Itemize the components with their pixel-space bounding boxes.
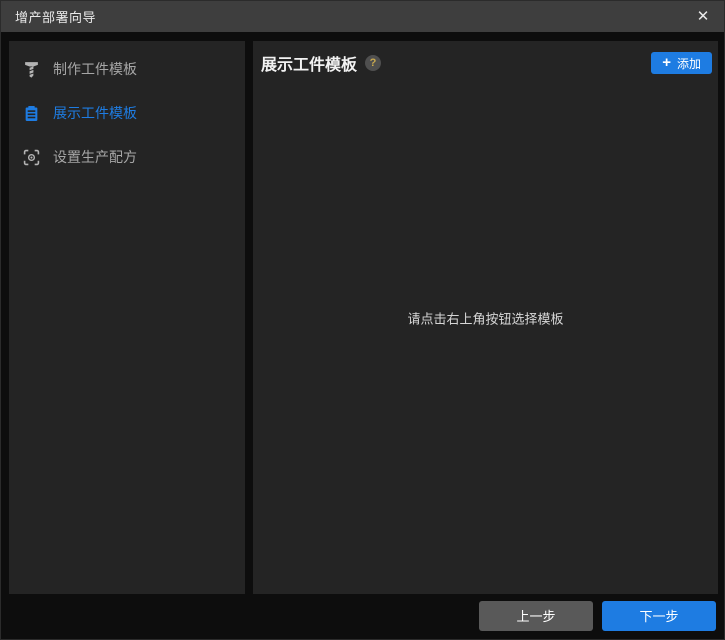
next-step-button[interactable]: 下一步 bbox=[602, 600, 716, 631]
page-title: 展示工件模板 bbox=[261, 57, 358, 74]
previous-step-button[interactable]: 上一步 bbox=[479, 600, 593, 631]
sidebar-item-label: 展示工件模板 bbox=[53, 105, 137, 121]
add-template-button[interactable]: + 添加 bbox=[651, 52, 712, 74]
window-title: 增产部署向导 bbox=[15, 10, 97, 25]
sidebar-item-show-workpiece-template[interactable]: 展示工件模板 bbox=[9, 91, 245, 135]
sidebar-item-label: 设置生产配方 bbox=[53, 149, 137, 165]
sidebar-item-create-workpiece-template[interactable]: 制作工件模板 bbox=[9, 47, 245, 91]
sidebar-item-set-production-recipe[interactable]: 设置生产配方 bbox=[9, 135, 245, 179]
clipboard-icon bbox=[22, 104, 40, 122]
help-icon[interactable]: ? bbox=[365, 55, 382, 71]
add-button-label: 添加 bbox=[676, 56, 701, 71]
scan-eye-icon bbox=[22, 148, 40, 166]
titlebar: 增产部署向导 ✕ bbox=[1, 1, 724, 32]
main-header: 展示工件模板 ? + 添加 bbox=[253, 41, 718, 75]
sidebar-item-label: 制作工件模板 bbox=[53, 61, 137, 77]
screw-icon bbox=[22, 60, 40, 78]
plus-icon: + bbox=[662, 54, 671, 71]
close-icon[interactable]: ✕ bbox=[692, 6, 714, 28]
empty-state-message: 请点击右上角按钮选择模板 bbox=[407, 311, 564, 326]
wizard-steps-sidebar: 制作工件模板 展示工件模板 设置生产配方 bbox=[9, 41, 245, 594]
main-panel: 展示工件模板 ? + 添加 请点击右上角按钮选择模板 bbox=[253, 41, 718, 594]
footer: 上一步 下一步 bbox=[1, 592, 724, 639]
wizard-dialog: 增产部署向导 ✕ 制作工件模板 展示工件模板 设置生产配方 展示工件模板 ? +… bbox=[0, 0, 725, 640]
